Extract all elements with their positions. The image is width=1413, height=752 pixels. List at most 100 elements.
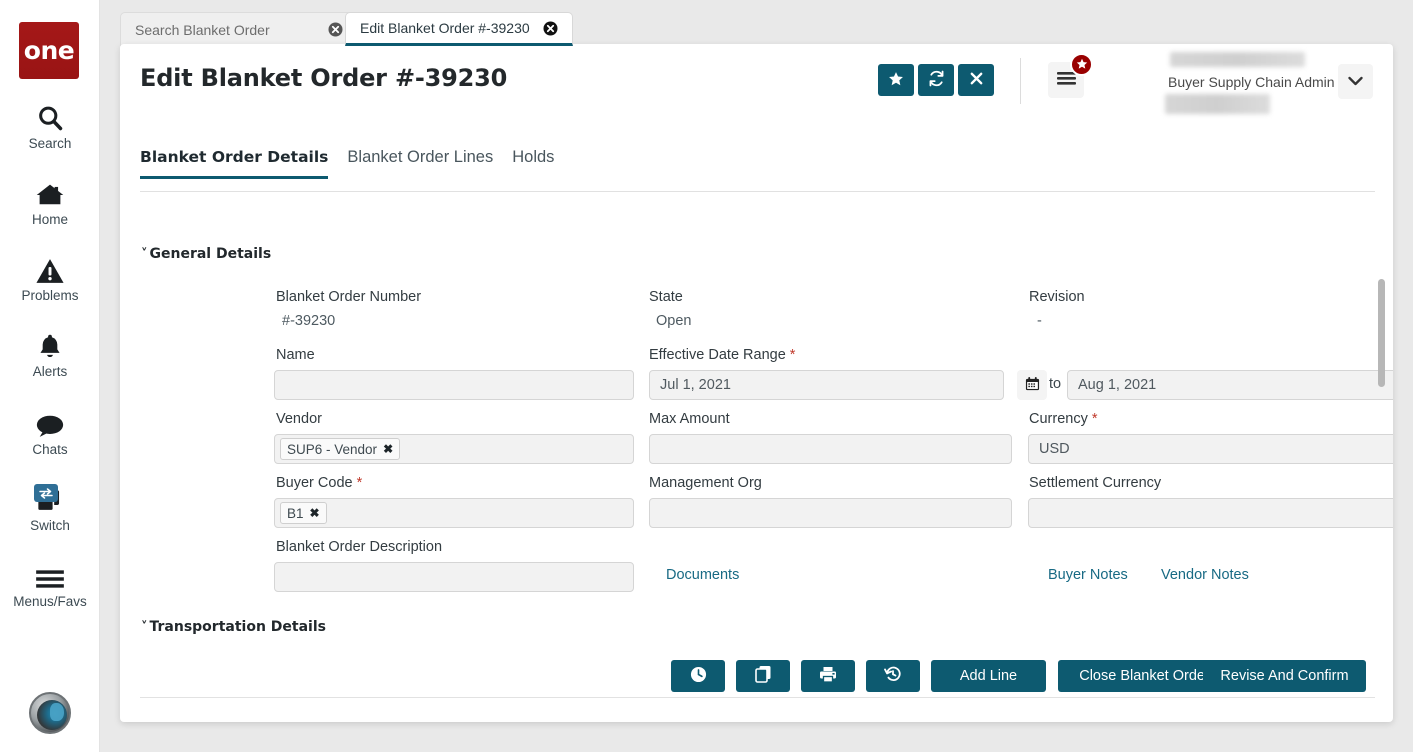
tab-blanket-order-lines[interactable]: Blanket Order Lines	[347, 144, 493, 180]
refresh-button[interactable]	[918, 64, 954, 96]
star-icon	[888, 71, 904, 90]
form-scrollbar[interactable]	[1378, 279, 1385, 644]
vendor-input[interactable]: SUP6 - Vendor ✖	[274, 434, 634, 464]
max-amount-input[interactable]	[649, 434, 1012, 464]
page-title: Edit Blanket Order #-39230	[140, 64, 507, 92]
sidebar-item-problems[interactable]: Problems	[0, 254, 100, 303]
sidebar-item-label: Search	[29, 136, 72, 151]
footer-action-bar: Add Line Close Blanket Order Revise And …	[120, 644, 1393, 722]
value-revision: -	[1037, 313, 1042, 329]
vendor-chip-label: SUP6 - Vendor	[287, 442, 377, 457]
browser-tab-search-blanket-order[interactable]: Search Blanket Order	[120, 12, 358, 46]
label-management-org: Management Org	[649, 475, 762, 491]
tab-holds[interactable]: Holds	[512, 144, 554, 180]
vendor-chip[interactable]: SUP6 - Vendor ✖	[280, 438, 400, 460]
label-max-amount: Max Amount	[649, 411, 730, 427]
history-clock-button[interactable]	[671, 660, 725, 692]
bell-icon	[37, 330, 63, 360]
tab-title: Edit Blanket Order #-39230	[360, 20, 543, 36]
effective-date-from-input[interactable]	[649, 370, 1004, 400]
left-sidebar: one Search Home Problems Alerts Chats	[0, 0, 100, 752]
name-input[interactable]	[274, 370, 634, 400]
browser-tab-edit-blanket-order[interactable]: Edit Blanket Order #-39230	[345, 12, 573, 46]
sidebar-item-home[interactable]: Home	[0, 178, 100, 227]
warning-triangle-icon	[35, 254, 65, 284]
user-avatar[interactable]	[29, 692, 71, 734]
sidebar-item-label: Home	[32, 212, 68, 227]
settlement-currency-input[interactable]	[1028, 498, 1393, 528]
sidebar-item-label: Problems	[21, 288, 78, 303]
blanket-order-description-input[interactable]	[274, 562, 634, 592]
copy-icon	[755, 665, 772, 687]
buyer-code-chip[interactable]: B1 ✖	[280, 502, 327, 524]
label-settlement-currency: Settlement Currency	[1029, 475, 1161, 491]
vendor-notes-link[interactable]: Vendor Notes	[1161, 567, 1249, 583]
x-icon	[969, 71, 984, 89]
tab-strip: Search Blanket Order Edit Blanket Order …	[100, 0, 1413, 46]
chat-bubble-icon	[35, 408, 65, 438]
page-header: Edit Blanket Order #-39230	[120, 44, 1393, 117]
sidebar-item-label: Alerts	[33, 364, 68, 379]
print-button[interactable]	[801, 660, 855, 692]
favorite-button[interactable]	[878, 64, 914, 96]
sidebar-item-label: Chats	[32, 442, 67, 457]
add-line-button[interactable]: Add Line	[931, 660, 1046, 692]
label-blanket-order-number: Blanket Order Number	[276, 289, 421, 305]
buyer-code-chip-label: B1	[287, 506, 304, 521]
buyer-notes-link[interactable]: Buyer Notes	[1048, 567, 1128, 583]
documents-link[interactable]: Documents	[666, 567, 739, 583]
form-body: ˅ General Details Blanket Order Number #…	[120, 194, 1393, 644]
effective-date-to-input[interactable]	[1067, 370, 1393, 400]
sidebar-item-label: Switch	[30, 518, 70, 533]
effective-date-from-calendar-button[interactable]	[1017, 370, 1047, 400]
label-blanket-order-description: Blanket Order Description	[276, 539, 442, 555]
label-state: State	[649, 289, 683, 305]
label-buyer-code: Buyer Code *	[276, 475, 362, 491]
menu-notification-badge[interactable]	[1070, 53, 1093, 76]
close-circle-icon[interactable]	[328, 22, 343, 37]
calendar-icon	[1025, 376, 1040, 394]
hamburger-icon	[1057, 71, 1076, 89]
label-effective-date-range: Effective Date Range *	[649, 347, 795, 363]
management-org-input[interactable]	[649, 498, 1012, 528]
sidebar-item-menus-favs[interactable]: Menus/Favs	[0, 560, 100, 609]
revert-button[interactable]	[866, 660, 920, 692]
app-logo-text: one	[24, 38, 74, 63]
section-transportation-details[interactable]: ˅ Transportation Details	[141, 619, 326, 635]
date-range-separator: to	[1049, 376, 1061, 392]
clock-icon	[690, 666, 707, 687]
buyer-code-input[interactable]: B1 ✖	[274, 498, 634, 528]
footer-divider	[140, 697, 1375, 698]
section-title: General Details	[150, 246, 272, 262]
value-state: Open	[656, 313, 691, 329]
sidebar-item-switch[interactable]: Switch	[0, 484, 100, 533]
app-logo[interactable]: one	[19, 22, 79, 79]
x-icon[interactable]: ✖	[310, 507, 320, 519]
x-icon[interactable]: ✖	[383, 443, 393, 455]
label-vendor: Vendor	[276, 411, 322, 427]
user-menu-button[interactable]	[1338, 64, 1373, 99]
header-divider	[1020, 58, 1021, 104]
copy-button[interactable]	[736, 660, 790, 692]
close-button[interactable]	[958, 64, 994, 96]
close-circle-icon[interactable]	[543, 21, 558, 36]
user-role-label: Buyer Supply Chain Admin	[1168, 74, 1335, 90]
undo-clock-icon	[884, 665, 902, 687]
windows-stack-icon	[34, 484, 66, 514]
refresh-icon	[928, 70, 945, 90]
home-icon	[35, 178, 65, 208]
section-general-details[interactable]: ˅ General Details	[141, 246, 271, 262]
section-tabs: Blanket Order Details Blanket Order Line…	[140, 144, 1375, 192]
revise-and-confirm-button[interactable]: Revise And Confirm	[1203, 660, 1366, 692]
sidebar-item-alerts[interactable]: Alerts	[0, 330, 100, 379]
user-info-redacted-bottom	[1165, 94, 1270, 114]
form-scrollbar-thumb[interactable]	[1378, 279, 1385, 387]
label-currency: Currency *	[1029, 411, 1098, 427]
currency-input[interactable]	[1028, 434, 1393, 464]
sidebar-item-label: Menus/Favs	[13, 594, 87, 609]
star-icon	[1076, 58, 1088, 72]
tab-blanket-order-details[interactable]: Blanket Order Details	[140, 144, 328, 179]
sidebar-item-chats[interactable]: Chats	[0, 408, 100, 457]
section-title: Transportation Details	[150, 619, 326, 635]
sidebar-item-search[interactable]: Search	[0, 102, 100, 151]
